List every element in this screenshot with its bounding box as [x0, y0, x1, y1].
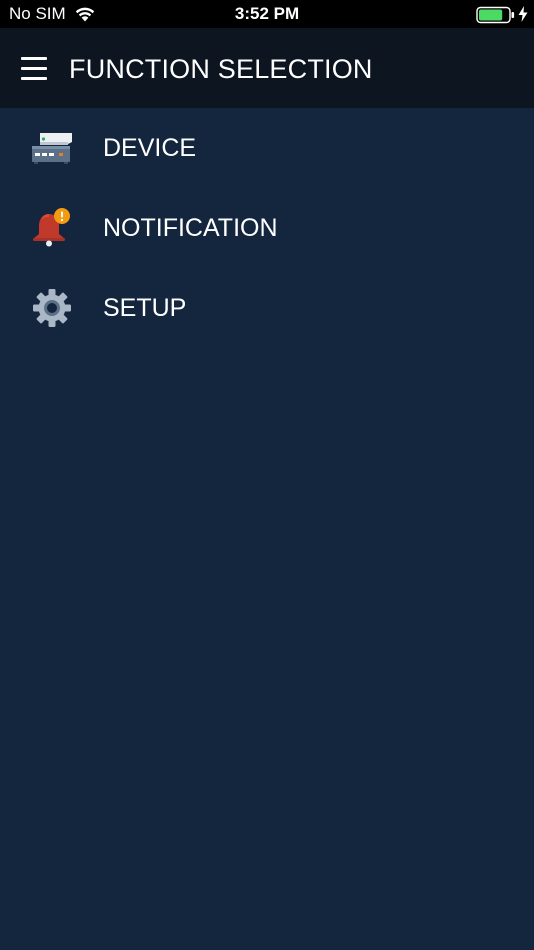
menu-item-device[interactable]: DEVICE [0, 108, 534, 188]
device-icon [32, 133, 72, 164]
function-menu-list: DEVICE NOTIFICATION SETUP [0, 108, 534, 348]
battery-icon [476, 6, 515, 24]
menu-item-setup[interactable]: SETUP [0, 268, 534, 348]
menu-item-notification[interactable]: NOTIFICATION [0, 188, 534, 268]
app-header: FUNCTION SELECTION [0, 28, 534, 108]
notification-bell-icon [33, 208, 70, 247]
charging-bolt-icon [518, 6, 528, 22]
status-time: 3:52 PM [234, 4, 300, 23]
gear-icon [33, 289, 71, 327]
page-title: FUNCTION SELECTION [69, 54, 373, 84]
status-bar: No SIM 3:52 PM [0, 0, 534, 28]
menu-item-label: DEVICE [103, 134, 197, 162]
hamburger-menu-button[interactable] [14, 48, 54, 88]
menu-item-label: SETUP [103, 294, 187, 322]
function-selection-screen: No SIM 3:52 PM FUNCTION SELECTION DEVICE… [0, 0, 534, 950]
menu-item-label: NOTIFICATION [103, 214, 278, 242]
